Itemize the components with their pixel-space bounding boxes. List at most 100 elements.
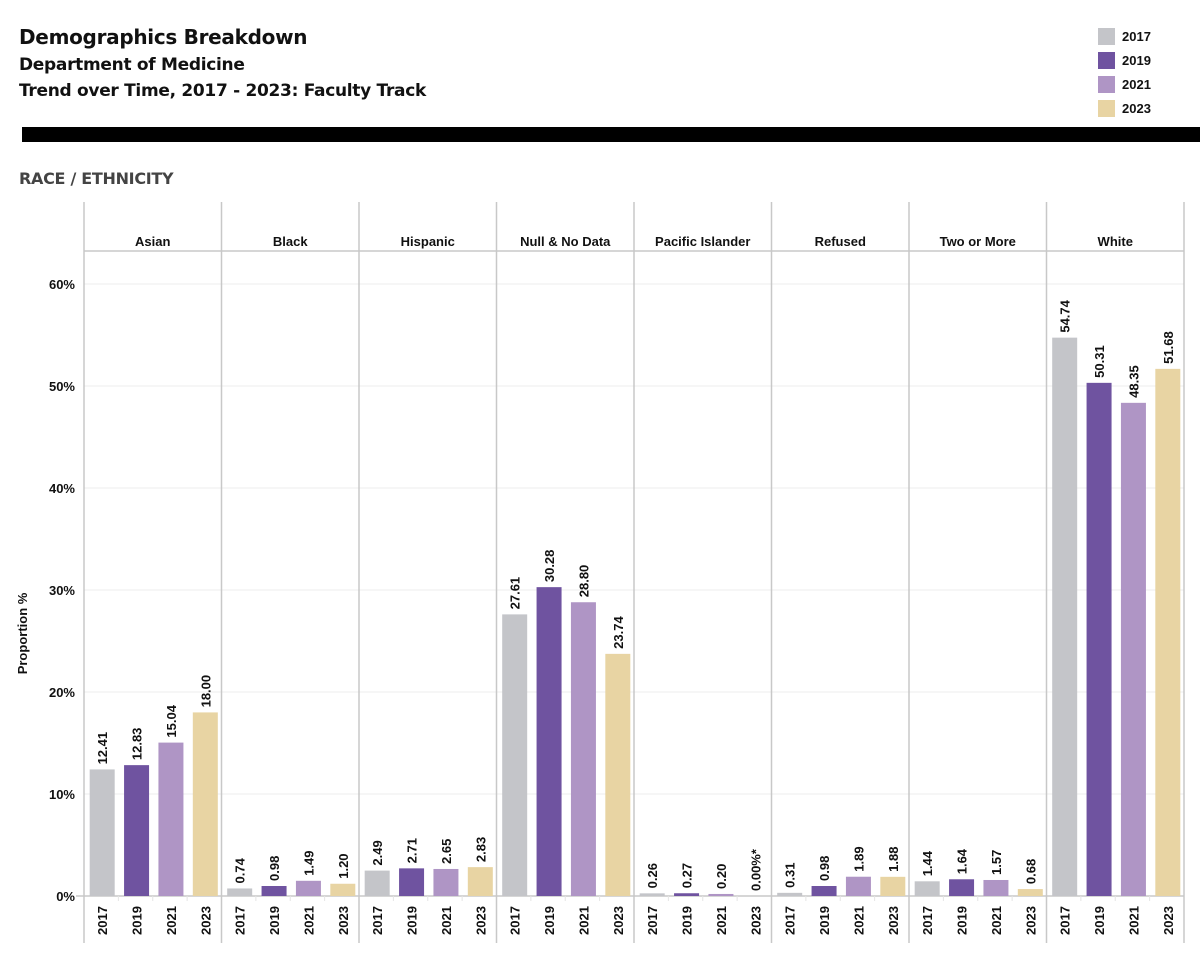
y-tick-label: 20% [49,685,75,700]
bar-2023 [1017,889,1043,896]
data-label: 2.83 [473,837,488,862]
bar-2017 [777,892,803,896]
data-label: 30.28 [542,550,557,583]
x-tick-label: 2023 [336,906,351,935]
bar-2017 [227,888,253,896]
data-label: 12.83 [130,728,145,761]
bar-2021 [158,742,184,896]
bar-2017 [364,870,390,896]
y-tick-label: 60% [49,277,75,292]
data-label: 0.27 [680,863,695,888]
bar-2023 [605,653,631,896]
x-tick-label: 2021 [576,906,591,935]
bar-2019 [1086,382,1112,896]
group-header-null-no-data: Null & No Data [520,234,611,249]
y-tick-label: 10% [49,787,75,802]
y-tick-label: 40% [49,481,75,496]
x-tick-label: 2019 [955,906,970,935]
data-label: 28.80 [576,565,591,598]
x-tick-label: 2017 [783,906,798,935]
x-tick-label: 2021 [1126,906,1141,935]
data-label: 2.71 [405,838,420,863]
data-label: 1.89 [851,846,866,871]
bar-2017 [914,881,940,896]
data-label: 50.31 [1092,345,1107,378]
x-tick-label: 2019 [130,906,145,935]
data-label: 12.41 [95,732,110,765]
x-tick-label: 2023 [611,906,626,935]
group-header-black: Black [273,234,308,249]
data-label: 1.57 [989,850,1004,875]
data-label: 23.74 [611,616,626,649]
x-tick-label: 2017 [645,906,660,935]
bar-2019 [949,879,975,896]
x-tick-label: 2021 [439,906,454,935]
bar-2017 [639,893,665,896]
data-label: 0.68 [1023,859,1038,884]
data-label: 0.20 [714,864,729,889]
data-label: 48.35 [1126,365,1141,398]
bar-2021 [983,879,1009,896]
group-header-two-or-more: Two or More [940,234,1016,249]
bar-2021 [295,880,321,896]
x-tick-label: 2019 [267,906,282,935]
bar-2021 [708,893,734,896]
data-label: 18.00 [198,675,213,708]
bar-2023 [330,883,356,896]
data-label: 0.98 [817,856,832,881]
data-label: 2.65 [439,839,454,864]
bar-2019 [536,587,562,896]
bar-2017 [89,769,115,896]
y-tick-label: 30% [49,583,75,598]
data-label: 54.74 [1058,299,1073,332]
data-label: 51.68 [1161,331,1176,364]
group-header-hispanic: Hispanic [401,234,455,249]
bar-2019 [261,886,287,896]
data-label: 0.00%* [748,848,763,891]
bar-2021 [845,876,871,896]
x-tick-label: 2023 [748,906,763,935]
x-tick-label: 2021 [989,906,1004,935]
x-tick-label: 2019 [405,906,420,935]
data-label: 1.44 [920,850,935,876]
y-axis-label: Proportion % [15,592,30,674]
group-header-refused: Refused [815,234,866,249]
bar-2021 [570,602,596,896]
race-ethnicity-bar-chart: 0% 10% 20% 30% 40% 50% 60% Proportion % Asian 12.… [15,202,1185,943]
x-tick-label: 2023 [198,906,213,935]
bar-2019 [811,886,837,896]
data-label: 1.88 [886,847,901,872]
data-label: 0.26 [645,863,660,888]
group-header-asian: Asian [135,234,170,249]
bar-2023 [1155,368,1181,896]
data-label: 0.74 [233,857,248,883]
bar-2021 [1120,402,1146,896]
bar-2019 [674,893,700,896]
x-tick-label: 2021 [301,906,316,935]
y-tick-label: 50% [49,379,75,394]
data-label: 2.49 [370,840,385,865]
x-tick-label: 2021 [851,906,866,935]
x-tick-label: 2023 [1161,906,1176,935]
x-tick-label: 2017 [95,906,110,935]
bar-2019 [124,765,150,896]
x-tick-label: 2023 [886,906,901,935]
x-tick-label: 2017 [370,906,385,935]
x-tick-label: 2017 [1058,906,1073,935]
x-tick-label: 2017 [233,906,248,935]
data-label: 1.49 [301,850,316,875]
x-tick-label: 2017 [920,906,935,935]
x-tick-label: 2017 [508,906,523,935]
y-tick-label: 0% [56,889,75,904]
bar-2017 [1052,337,1078,897]
x-tick-label: 2023 [1023,906,1038,935]
x-tick-label: 2021 [714,906,729,935]
data-label: 0.31 [783,863,798,888]
data-label: 1.20 [336,853,351,878]
x-tick-label: 2019 [1092,906,1107,935]
data-label: 0.98 [267,856,282,881]
bar-2021 [433,868,459,896]
bar-2023 [880,876,906,896]
x-tick-label: 2023 [473,906,488,935]
bar-2023 [192,712,218,896]
